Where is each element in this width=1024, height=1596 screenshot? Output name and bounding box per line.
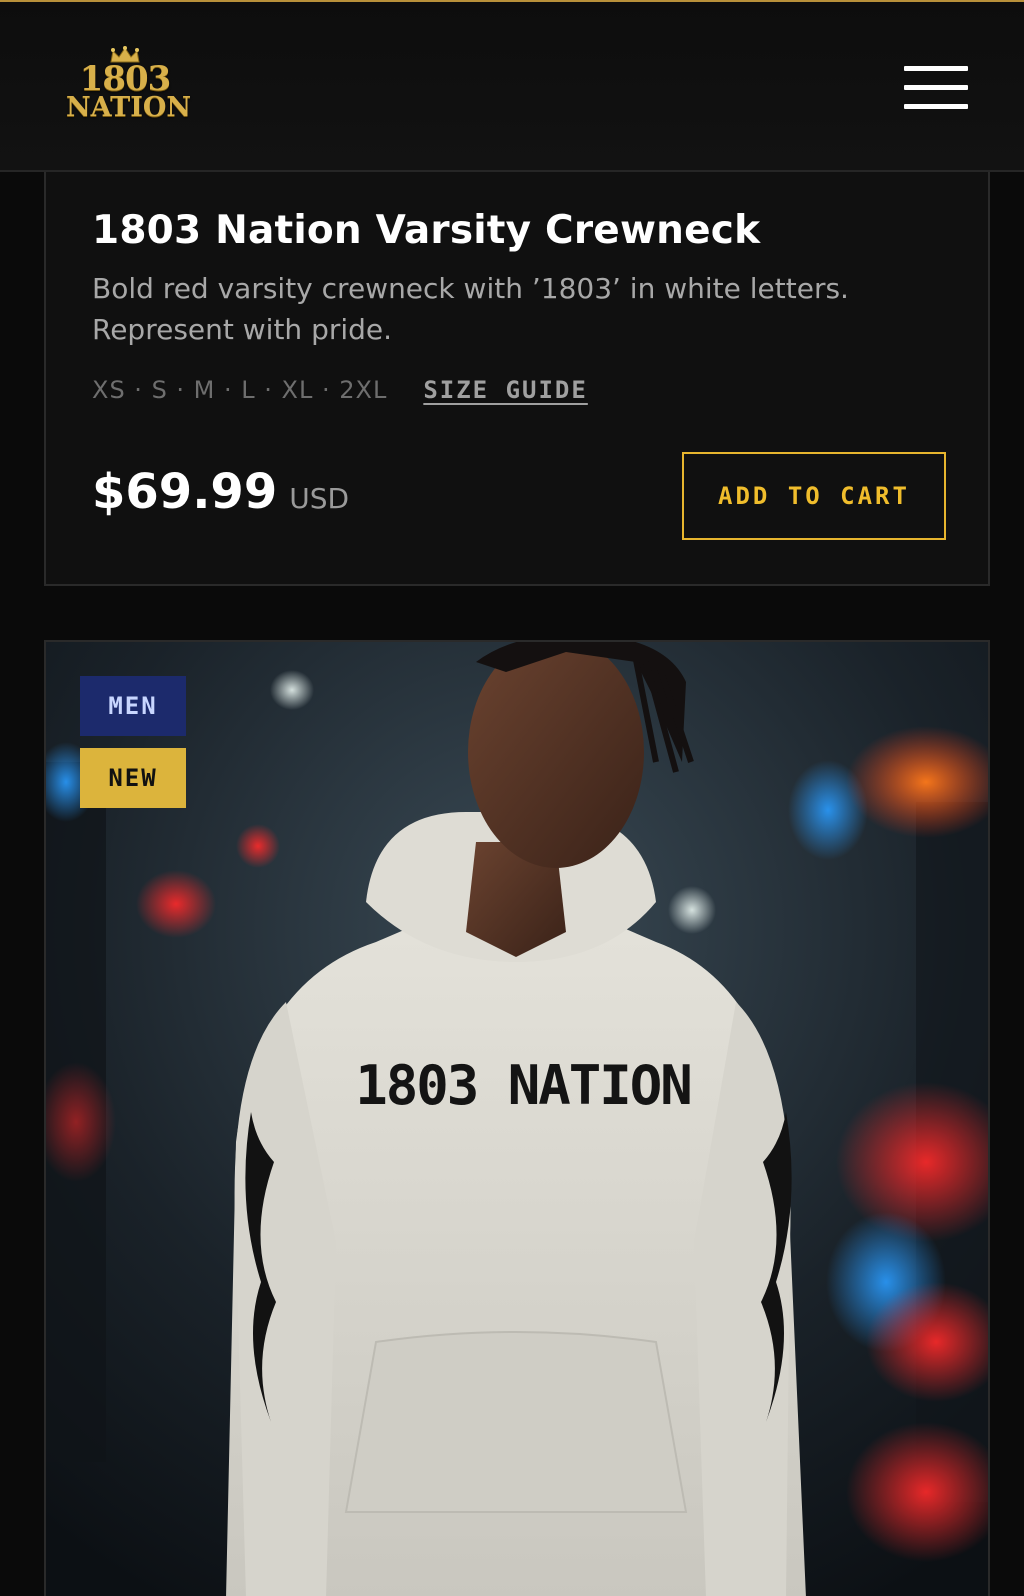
product-title[interactable]: 1803 Nation Varsity Crewneck	[92, 208, 760, 253]
logo-text-line1: 1803	[79, 59, 172, 99]
price-row: $69.99 USD	[92, 464, 349, 520]
hoodie-print-text: 1803 NATION	[355, 1054, 691, 1117]
size-options-row: XS · S · M · L · XL · 2XL SIZE GUIDE	[92, 372, 588, 408]
product-image-card[interactable]: 1803 NATION MEN NEW	[44, 640, 990, 1596]
menu-bar	[904, 66, 968, 71]
product-price: $69.99	[92, 464, 278, 520]
product-card: 1803 Nation Varsity Crewneck Bold red va…	[44, 172, 990, 586]
available-sizes: XS · S · M · L · XL · 2XL	[92, 376, 388, 404]
new-badge: NEW	[80, 748, 186, 808]
category-badge: MEN	[80, 676, 186, 736]
product-description: Bold red varsity crewneck with ’1803’ in…	[92, 272, 849, 346]
hamburger-menu-icon[interactable]	[902, 64, 970, 112]
logo-text-line2: NATION	[66, 92, 192, 123]
site-header: 1803 NATION	[0, 0, 1024, 172]
menu-bar	[904, 85, 968, 90]
price-currency: USD	[289, 482, 350, 515]
product-photo: 1803 NATION	[46, 642, 988, 1596]
brand-logo[interactable]: 1803 NATION	[66, 46, 192, 132]
size-guide-link[interactable]: SIZE GUIDE	[423, 376, 588, 404]
add-to-cart-button[interactable]: ADD TO CART	[682, 452, 946, 540]
menu-bar	[904, 104, 968, 109]
